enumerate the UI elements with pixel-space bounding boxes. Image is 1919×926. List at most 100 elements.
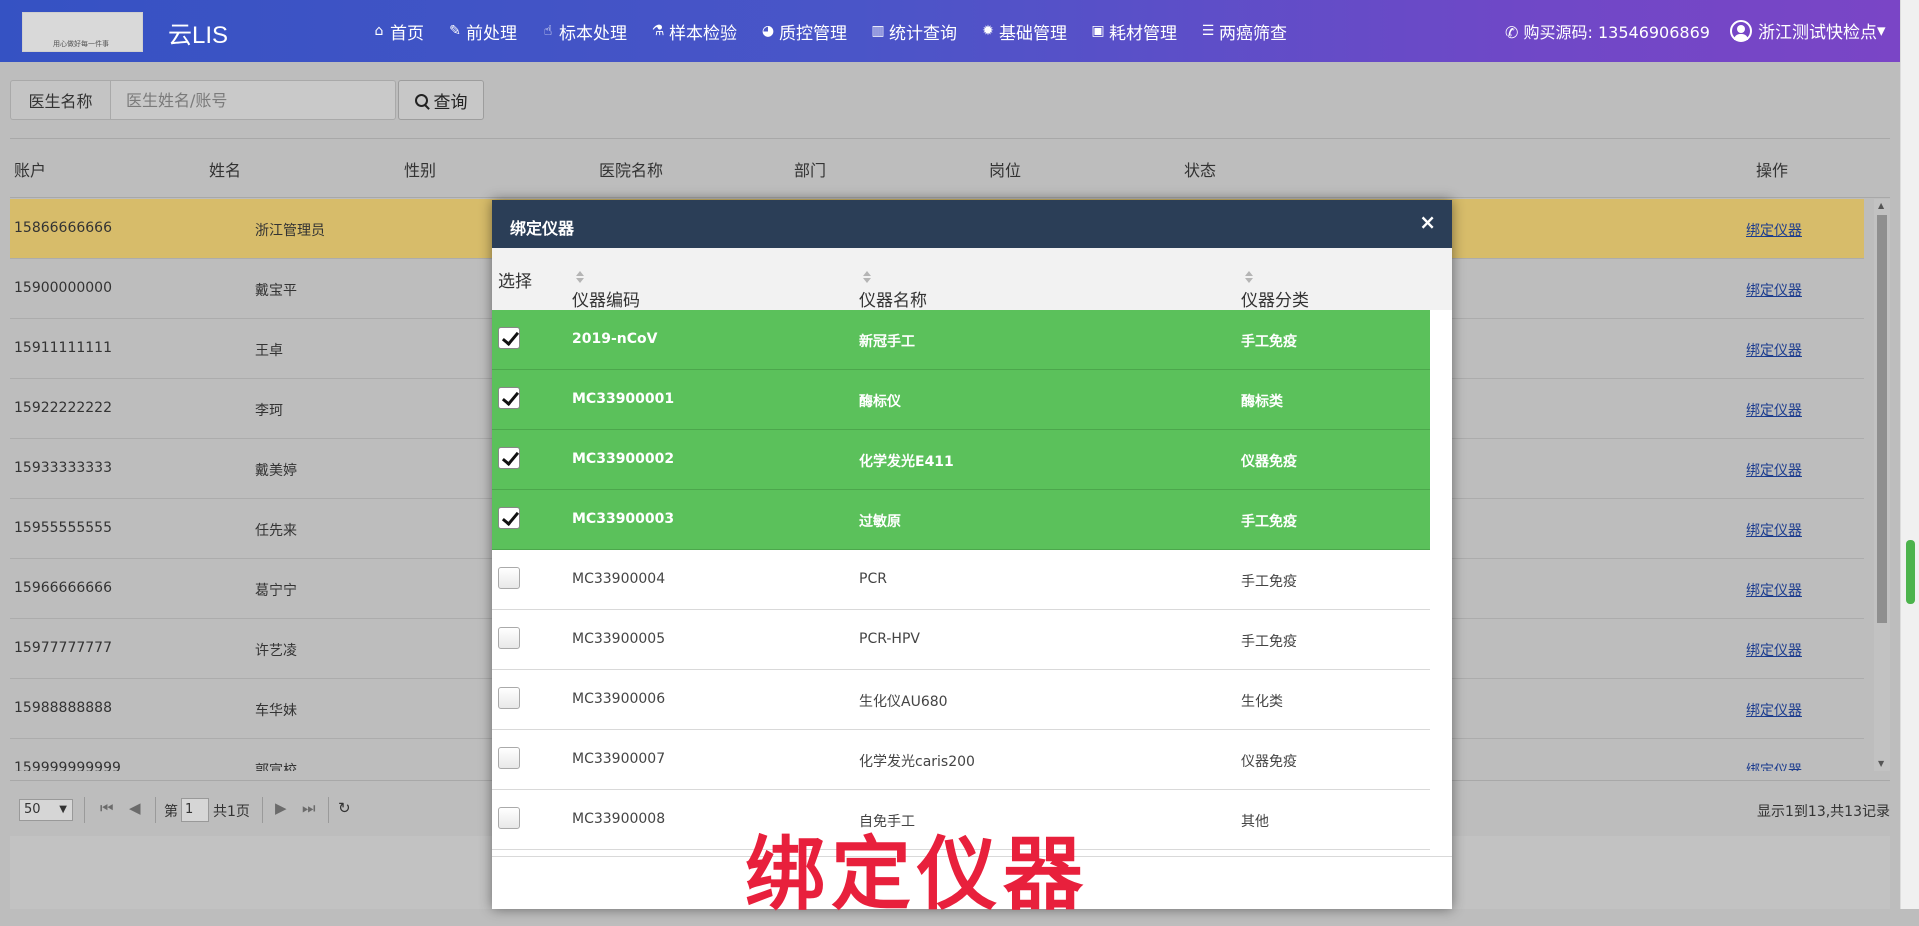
nav-item-1[interactable]: ✎ 前处理 [448, 19, 517, 44]
instrument-code-cell: 2019-nCoV [572, 331, 658, 347]
col-gender[interactable]: 性别 [404, 157, 436, 181]
checkbox-checked[interactable] [498, 387, 520, 409]
sort-icon[interactable] [863, 271, 871, 283]
name-cell: 任先来 [255, 523, 297, 539]
instrument-row[interactable]: MC33900007 化学发光caris200 仪器免疫 [492, 730, 1430, 790]
sort-icon[interactable] [1245, 271, 1253, 283]
checkbox[interactable] [498, 807, 520, 829]
account-cell: 15922222222 [14, 400, 112, 416]
instrument-row[interactable]: MC33900004 PCR 手工免疫 [492, 550, 1430, 610]
checkbox[interactable] [498, 567, 520, 589]
instrument-category-cell: 手工免疫 [1241, 574, 1297, 590]
doctor-search-input[interactable] [110, 80, 396, 120]
col-hospital[interactable]: 医院名称 [599, 157, 663, 181]
instrument-row[interactable]: MC33900006 生化仪AU680 生化类 [492, 670, 1430, 730]
last-page-icon[interactable]: ⏭ [302, 799, 316, 817]
name-cell: 葛宁宁 [255, 583, 297, 599]
col-name[interactable]: 姓名 [209, 157, 241, 181]
bind-instrument-link[interactable]: 绑定仪器 [1746, 640, 1802, 660]
app-title[interactable]: 云LIS [168, 15, 228, 50]
bind-instrument-link[interactable]: 绑定仪器 [1746, 700, 1802, 720]
account-cell: 15933333333 [14, 460, 112, 476]
table-scrollbar[interactable]: ▲ ▼ [1874, 199, 1890, 771]
name-cell: 许艺凌 [255, 643, 297, 659]
phone-info: ✆ 购买源码: 13546906869 [1505, 19, 1710, 43]
instrument-code-cell: MC33900003 [572, 511, 675, 527]
bind-instrument-link[interactable]: 绑定仪器 [1746, 520, 1802, 540]
briefcase-icon: ▣ [1091, 23, 1105, 39]
bind-instrument-link[interactable]: 绑定仪器 [1746, 460, 1802, 480]
checkbox[interactable] [498, 687, 520, 709]
nav-item-8[interactable]: ☰ 两癌筛查 [1201, 19, 1287, 44]
nav-item-3[interactable]: ⚗ 样本检验 [651, 19, 737, 44]
main-nav: ⌂ 首页 ✎ 前处理 ☝ 标本处理 ⚗ 样本检验 ◕ 质控管理 ▥ 统计查询 ✹ 基础管理 ▣ 耗材管理 ☰ 两癌… [372, 19, 1311, 44]
instrument-row[interactable]: MC33900001 酶标仪 酶标类 [492, 370, 1430, 430]
checkbox-checked[interactable] [498, 507, 520, 529]
checkbox[interactable] [498, 627, 520, 649]
instrument-category-cell: 手工免疫 [1241, 514, 1297, 530]
refresh-icon[interactable]: ↻ [338, 799, 351, 817]
sort-icon[interactable] [576, 271, 584, 283]
page-size-select[interactable]: 50 ▼ [19, 799, 73, 821]
nav-item-label: 基础管理 [999, 23, 1067, 44]
scroll-up-icon[interactable]: ▲ [1878, 201, 1884, 210]
bind-instrument-link[interactable]: 绑定仪器 [1746, 760, 1802, 771]
col-account[interactable]: 账户 [14, 157, 46, 181]
page-number-input[interactable]: 1 [181, 798, 209, 822]
modal-title: 绑定仪器 [510, 219, 575, 238]
search-button-label: 查询 [433, 92, 468, 113]
prev-page-icon[interactable]: ◀ [129, 799, 141, 817]
account-cell: 15988888888 [14, 700, 112, 716]
name-cell: 李珂 [255, 403, 283, 419]
scroll-down-icon[interactable]: ▼ [1878, 759, 1884, 768]
search-icon [414, 93, 428, 107]
nav-item-2[interactable]: ☝ 标本处理 [541, 19, 627, 44]
search-button[interactable]: 查询 [398, 80, 484, 120]
bind-instrument-link[interactable]: 绑定仪器 [1746, 580, 1802, 600]
col-department[interactable]: 部门 [794, 157, 826, 181]
col-position[interactable]: 岗位 [989, 157, 1021, 181]
instrument-row[interactable]: 2019-nCoV 新冠手工 手工免疫 [492, 310, 1430, 370]
instrument-name-cell: PCR [859, 571, 887, 587]
nav-item-0[interactable]: ⌂ 首页 [372, 19, 424, 44]
bind-instrument-link[interactable]: 绑定仪器 [1746, 280, 1802, 300]
user-avatar-icon [1730, 19, 1752, 42]
checkbox-checked[interactable] [498, 327, 520, 349]
col-instrument-code[interactable]: 仪器编码 [572, 267, 640, 311]
close-icon[interactable]: × [1419, 210, 1436, 234]
instrument-row[interactable]: MC33900003 过敏原 手工免疫 [492, 490, 1430, 550]
nav-item-6[interactable]: ✹ 基础管理 [981, 19, 1067, 44]
phone-icon: ✆ [1505, 23, 1519, 42]
next-page-icon[interactable]: ▶ [275, 799, 287, 817]
logo[interactable]: 用心做好每一件事 [22, 12, 143, 52]
instrument-name-cell: 过敏原 [859, 514, 901, 530]
col-status[interactable]: 状态 [1184, 157, 1216, 181]
bar-chart-icon: ▥ [871, 23, 885, 39]
user-menu[interactable]: 浙江测试快检点 ▾ [1730, 18, 1886, 43]
instrument-code-cell: MC33900008 [572, 811, 666, 827]
window-scrollbar[interactable] [1900, 0, 1919, 909]
col-instrument-category[interactable]: 仪器分类 [1241, 267, 1309, 311]
window-scroll-thumb[interactable] [1906, 540, 1915, 604]
bind-instrument-link[interactable]: 绑定仪器 [1746, 220, 1802, 240]
col-instrument-name[interactable]: 仪器名称 [859, 267, 927, 311]
bind-instrument-link[interactable]: 绑定仪器 [1746, 400, 1802, 420]
checkbox[interactable] [498, 747, 520, 769]
instrument-row[interactable]: MC33900005 PCR-HPV 手工免疫 [492, 610, 1430, 670]
checkbox-checked[interactable] [498, 447, 520, 469]
divider [328, 797, 329, 823]
caret-down-icon: ▾ [1877, 20, 1886, 41]
scroll-thumb[interactable] [1877, 215, 1887, 623]
divider [262, 797, 263, 823]
instrument-row[interactable]: MC33900002 化学发光E411 仪器免疫 [492, 430, 1430, 490]
bind-instrument-link[interactable]: 绑定仪器 [1746, 340, 1802, 360]
account-cell: 15955555555 [14, 520, 112, 536]
account-cell: 15911111111 [14, 340, 112, 356]
home-icon: ⌂ [374, 23, 384, 39]
first-page-icon[interactable]: ⏮ [100, 799, 114, 817]
nav-item-7[interactable]: ▣ 耗材管理 [1091, 19, 1177, 44]
flask-icon: ⚗ [651, 23, 665, 39]
divider [155, 797, 156, 823]
nav-item-5[interactable]: ▥ 统计查询 [871, 19, 957, 44]
nav-item-4[interactable]: ◕ 质控管理 [761, 19, 847, 44]
